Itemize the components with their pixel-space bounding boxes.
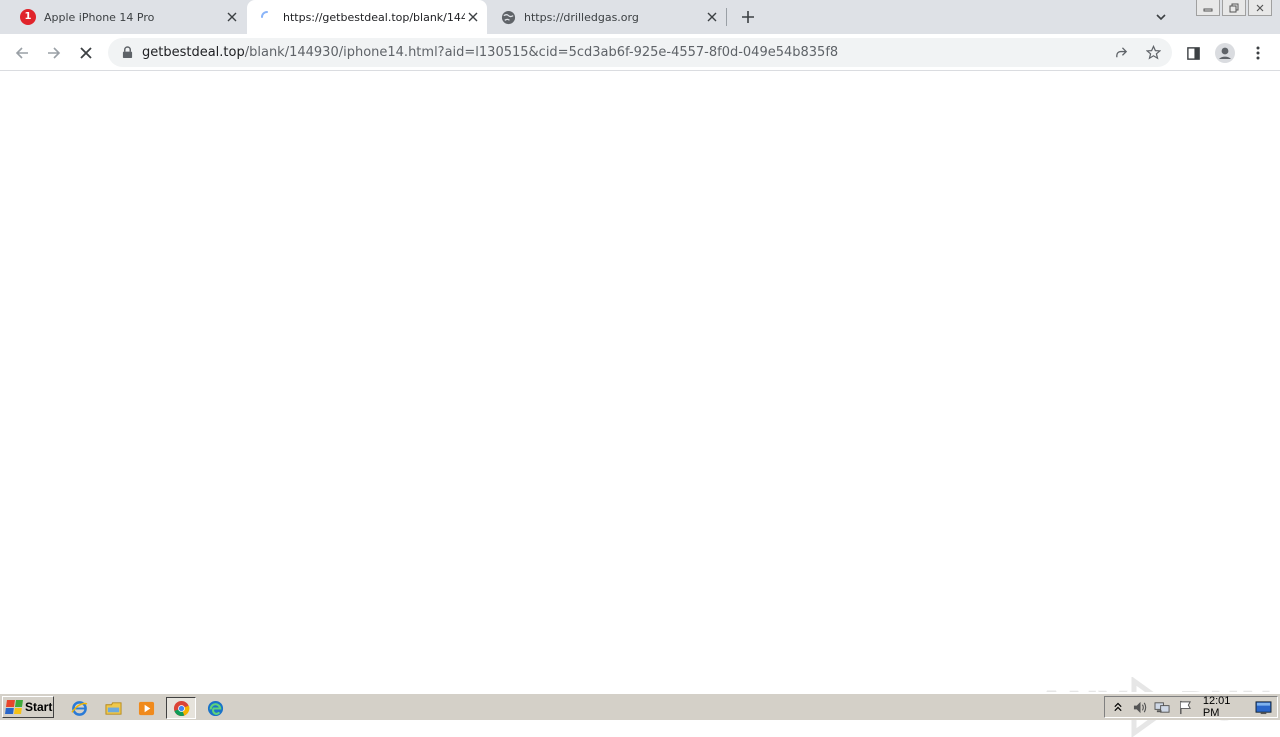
quicklaunch-explorer[interactable] (102, 697, 124, 719)
side-panel-button[interactable] (1180, 40, 1206, 66)
menu-button[interactable] (1245, 40, 1271, 66)
plus-icon (742, 11, 754, 23)
lock-icon (120, 46, 134, 60)
system-clock[interactable]: 12:01 PM (1203, 695, 1249, 719)
start-label: Start (25, 700, 53, 714)
bookmark-button[interactable] (1140, 40, 1166, 66)
close-icon[interactable] (704, 9, 720, 25)
tab-title: Apple iPhone 14 Pro (44, 10, 155, 24)
window-controls (1196, 0, 1272, 16)
system-tray: 12:01 PM (1104, 695, 1278, 719)
tab-title: https://drilledgas.org (524, 10, 639, 24)
kebab-menu-icon (1256, 46, 1260, 60)
quicklaunch-media-player[interactable] (135, 697, 157, 719)
close-icon[interactable] (465, 9, 481, 25)
tab-drilledgas[interactable]: https://drilledgas.org (488, 0, 726, 34)
minimize-button[interactable] (1196, 0, 1220, 16)
show-desktop-icon[interactable] (1255, 698, 1272, 716)
share-icon (1115, 47, 1127, 58)
quicklaunch-edge[interactable] (204, 697, 226, 719)
tab-apple-iphone[interactable]: 1 Apple iPhone 14 Pro (8, 0, 246, 34)
close-icon (1256, 4, 1264, 11)
page-content: ANY RUN (0, 72, 1280, 737)
volume-icon[interactable] (1131, 698, 1148, 716)
close-icon (80, 47, 92, 59)
close-icon[interactable] (224, 9, 240, 25)
network-icon[interactable] (1154, 698, 1171, 716)
chevron-down-icon (1156, 14, 1166, 21)
quicklaunch-ie[interactable] (68, 697, 90, 719)
profile-button[interactable] (1212, 40, 1238, 66)
action-center-flag-icon[interactable] (1176, 698, 1193, 716)
tab-getbestdeal[interactable]: https://getbestdeal.top/blank/14493 (247, 0, 487, 34)
arrow-left-icon (15, 47, 28, 59)
tab-title: https://getbestdeal.top/blank/14493 (283, 10, 465, 24)
windows-logo-icon (5, 700, 23, 714)
new-tab-button[interactable] (737, 6, 759, 28)
chrome-icon (173, 700, 189, 716)
tab-strip: 1 Apple iPhone 14 Pro https://getbestdea… (0, 0, 1280, 34)
restore-icon (1229, 3, 1239, 12)
arrow-right-icon (48, 47, 61, 59)
taskbar-chrome[interactable] (166, 697, 196, 719)
restore-button[interactable] (1222, 0, 1246, 16)
edge-icon (207, 700, 223, 716)
minimize-icon (1203, 8, 1213, 11)
folder-icon (104, 701, 122, 715)
globe-icon (500, 9, 516, 25)
star-icon (1145, 45, 1161, 60)
url-host: getbestdeal.top (142, 45, 245, 60)
address-bar[interactable]: getbestdeal.top/blank/144930/iphone14.ht… (108, 38, 1172, 67)
notification-badge-icon: 1 (20, 9, 36, 25)
browser-toolbar: getbestdeal.top/blank/144930/iphone14.ht… (0, 34, 1280, 71)
stop-loading-button[interactable] (73, 40, 99, 66)
url-text[interactable]: getbestdeal.top/blank/144930/iphone14.ht… (142, 45, 1108, 60)
forward-button[interactable] (41, 40, 67, 66)
url-path: /blank/144930/iphone14.html?aid=l130515&… (244, 45, 839, 60)
close-window-button[interactable] (1248, 0, 1272, 16)
show-hidden-icons-button[interactable] (1109, 698, 1126, 716)
share-button[interactable] (1108, 40, 1134, 66)
tab-search-button[interactable] (1151, 7, 1171, 27)
tab-separator (726, 8, 727, 26)
loading-spinner-icon (259, 9, 275, 25)
start-button[interactable]: Start (2, 696, 54, 718)
media-player-icon (138, 701, 154, 715)
side-panel-icon (1186, 46, 1200, 60)
internet-explorer-icon (70, 700, 87, 716)
back-button[interactable] (9, 40, 35, 66)
chevron-up-icon (1114, 702, 1122, 711)
avatar-icon (1215, 43, 1235, 63)
windows-taskbar: Start 12:01 PM (0, 692, 1280, 720)
